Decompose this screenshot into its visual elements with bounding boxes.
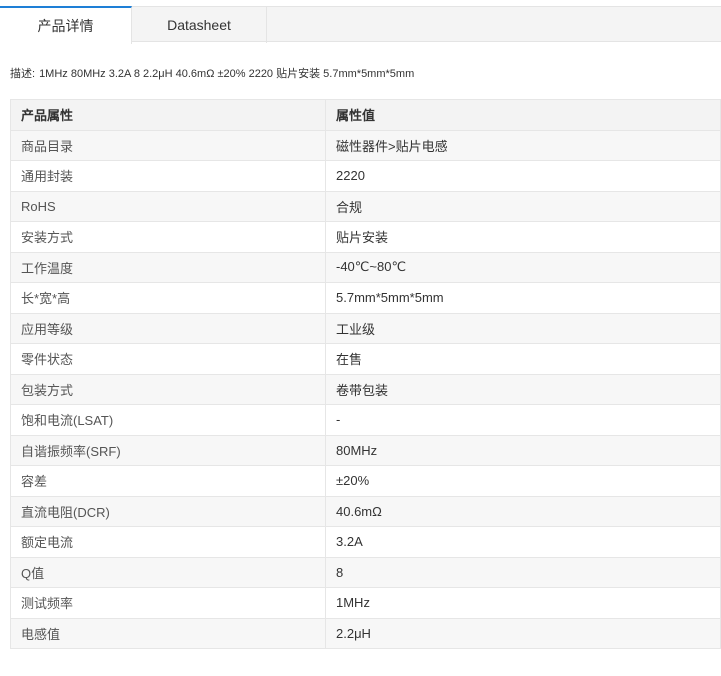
table-row: 测试频率 1MHz <box>10 587 721 619</box>
product-description: 描述: 1MHz 80MHz 3.2A 8 2.2μH 40.6mΩ ±20% 2… <box>10 65 414 81</box>
attribute-name: 直流电阻(DCR) <box>10 495 326 527</box>
attribute-value: - <box>325 404 721 436</box>
attribute-name: Q值 <box>10 556 326 588</box>
table-row: 直流电阻(DCR) 40.6mΩ <box>10 495 721 527</box>
table-row: 自谐振频率(SRF) 80MHz <box>10 434 721 466</box>
attribute-name: 商品目录 <box>10 129 326 161</box>
table-row: 长*宽*高 5.7mm*5mm*5mm <box>10 282 721 314</box>
description-text: 1MHz 80MHz 3.2A 8 2.2μH 40.6mΩ ±20% 2220… <box>39 68 415 80</box>
attributes-table-body: 商品目录 磁性器件>贴片电感 通用封装 2220 RoHS 合规 安装方式 贴片安装 工作温度 -… <box>10 129 721 649</box>
table-row: 额定电流 3.2A <box>10 526 721 558</box>
attribute-name: 包装方式 <box>10 373 326 405</box>
table-row: 电感值 2.2μH <box>10 617 721 649</box>
attribute-value: 在售 <box>325 343 721 375</box>
tab-product-details[interactable]: 产品详情 <box>0 6 132 44</box>
attribute-name: 零件状态 <box>10 343 326 375</box>
tab-datasheet[interactable]: Datasheet <box>132 6 267 43</box>
attribute-name: 应用等级 <box>10 312 326 344</box>
attribute-value: 2.2μH <box>325 617 721 649</box>
attribute-value: 1MHz <box>325 587 721 619</box>
attribute-value: 8 <box>325 556 721 588</box>
attribute-name: 饱和电流(LSAT) <box>10 404 326 436</box>
attribute-value: 40.6mΩ <box>325 495 721 527</box>
attribute-value: 卷带包装 <box>325 373 721 405</box>
attribute-name: 电感值 <box>10 617 326 649</box>
attribute-name: 容差 <box>10 465 326 497</box>
table-row: Q值 8 <box>10 556 721 588</box>
attribute-value: 80MHz <box>325 434 721 466</box>
table-row: 应用等级 工业级 <box>10 312 721 344</box>
attribute-name: 工作温度 <box>10 251 326 283</box>
attribute-name: 通用封装 <box>10 160 326 192</box>
table-row: 零件状态 在售 <box>10 343 721 375</box>
header-value: 属性值 <box>325 99 721 131</box>
table-row: 通用封装 2220 <box>10 160 721 192</box>
table-row: 饱和电流(LSAT) - <box>10 404 721 436</box>
table-header-row: 产品属性 属性值 <box>10 99 721 131</box>
tab-bar: 产品详情 Datasheet <box>0 6 721 44</box>
attribute-value: 3.2A <box>325 526 721 558</box>
attribute-value: 工业级 <box>325 312 721 344</box>
attribute-value: 磁性器件>贴片电感 <box>325 129 721 161</box>
attribute-name: RoHS <box>10 190 326 222</box>
attribute-name: 测试频率 <box>10 587 326 619</box>
table-row: 包装方式 卷带包装 <box>10 373 721 405</box>
attribute-value: 贴片安装 <box>325 221 721 253</box>
table-row: 安装方式 贴片安装 <box>10 221 721 253</box>
attribute-value: ±20% <box>325 465 721 497</box>
table-row: RoHS 合规 <box>10 190 721 222</box>
attribute-value: -40℃~80℃ <box>325 251 721 283</box>
attribute-value: 合规 <box>325 190 721 222</box>
header-attribute: 产品属性 <box>10 99 326 131</box>
attribute-value: 5.7mm*5mm*5mm <box>325 282 721 314</box>
table-row: 容差 ±20% <box>10 465 721 497</box>
attribute-name: 安装方式 <box>10 221 326 253</box>
attribute-name: 额定电流 <box>10 526 326 558</box>
description-label: 描述: <box>10 68 36 80</box>
attributes-table: 产品属性 属性值 商品目录 磁性器件>贴片电感 通用封装 2220 RoHS 合规 安装方式… <box>10 99 721 649</box>
attribute-name: 自谐振频率(SRF) <box>10 434 326 466</box>
table-row: 工作温度 -40℃~80℃ <box>10 251 721 283</box>
attribute-value: 2220 <box>325 160 721 192</box>
table-row: 商品目录 磁性器件>贴片电感 <box>10 129 721 161</box>
attribute-name: 长*宽*高 <box>10 282 326 314</box>
